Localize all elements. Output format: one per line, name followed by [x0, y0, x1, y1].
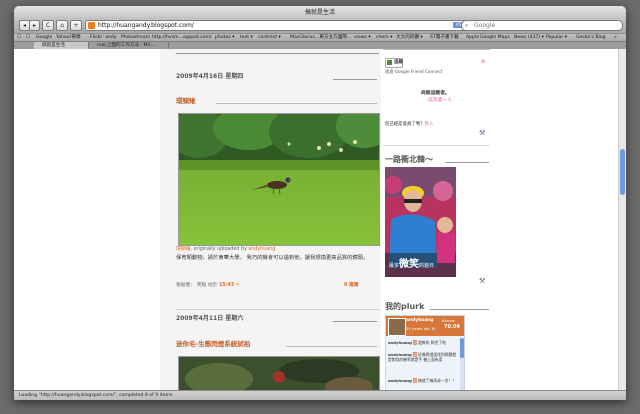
caption-after: 的遊日 [419, 263, 435, 269]
plurk-scrollbar[interactable] [460, 338, 464, 390]
meta-author: 張貼者： 笑點 佐於 [176, 283, 218, 288]
search-field[interactable]: ⌕ [461, 20, 623, 31]
divider [176, 309, 379, 310]
comments-link[interactable]: 0 篇資 [344, 281, 359, 288]
photo-caption: 環頸雉, originally uploaded by andyhuang [176, 245, 275, 252]
member-question-text: 您已經是會員了嗎？ [385, 122, 425, 127]
search-icon: ⌕ [465, 22, 469, 29]
photo-caption-overlay: 最多微笑的遊日 [389, 255, 434, 270]
caption-link[interactable]: 環頸雉 [176, 247, 190, 252]
caption-small: 最多 [389, 263, 400, 269]
blog-posts-column: 2009年4月16日 星期四 環頸雉 環頸雉, originally uploa… [160, 49, 381, 390]
plurk-qualifier-icon: 說 [413, 378, 417, 383]
page-scrollbar[interactable] [618, 49, 626, 390]
plurk-entry: andyhuang 說 搞就了搞再拿一次！！ [388, 378, 458, 383]
gfc-subtitle: 透過 Google Friend Connect [385, 69, 443, 74]
tab-label: mac上面的工作方法 - MA… [97, 43, 156, 48]
reload-button[interactable]: C [42, 20, 54, 31]
sidebar-heading: 一路衝北韓～ [385, 155, 433, 164]
browser-window: 搞就是生活 ◂ ▸ C ⌂ + http://huangandy.blogspo… [14, 6, 626, 400]
flickr-user-link[interactable]: andyhuang [248, 247, 275, 252]
sidebar-heading: 我的plurk [385, 302, 425, 311]
login-link[interactable]: 登入 [425, 122, 434, 127]
plurk-username[interactable]: andyhuang [406, 318, 434, 323]
pheasant-image [179, 114, 379, 245]
plurk-entry-text: 超爽的 幹完了啦 [418, 340, 446, 345]
caption-big: 微笑 [399, 259, 420, 270]
divider [176, 53, 379, 54]
plurk-karma-label: Karma: [442, 318, 456, 323]
plurk-entry: andyhuang 說 超爽的 幹完了啦 [388, 340, 446, 346]
plurk-profile: 25 years old, M. [406, 326, 437, 331]
window-title: 搞就是生活 [304, 9, 335, 16]
home-button[interactable]: ⌂ [56, 20, 68, 31]
gfc-label: 追蹤 [394, 60, 403, 65]
caption-text: , originally uploaded by [190, 247, 249, 252]
plurk-karma: 70.04 [444, 324, 460, 330]
post-meta: 張貼者： 笑點 佐於 15:43 ✎ [176, 281, 240, 288]
plurk-widget: andyhuang Karma: 70.04 25 years old, M. … [385, 315, 465, 390]
plurk-entry: andyhuang 說 好像閃燈誤找到問題就是剛其的機率就是手 機上面有用 [388, 352, 458, 362]
member-question: 您已經是會員了嗎？登入 [385, 121, 433, 127]
gfc-icon [387, 60, 392, 65]
plurk-entry-text: 搞就了搞再拿一次！！ [418, 378, 457, 383]
add-bookmark-button[interactable]: + [70, 20, 82, 31]
web-content: 2009年4月16日 星期四 環頸雉 環頸雉, originally uploa… [14, 49, 626, 390]
plurk-header: andyhuang Karma: 70.04 25 years old, M. [386, 316, 464, 336]
status-bar: Loading "http://huangandy.blogspot.com/"… [14, 390, 626, 400]
divider [445, 162, 489, 163]
divider [216, 103, 377, 104]
divider [383, 49, 490, 50]
be-first-link[interactable]: 成為第一人 [428, 96, 452, 103]
post-time-link[interactable]: 15:43 [219, 283, 234, 288]
divider [430, 309, 489, 310]
plurk-scroll-thumb[interactable] [460, 338, 464, 358]
post-body: 保育類動物，請於東華大學。 我巧的機會可以遇到他，讓我想換更高品質的鏡頭。 [176, 255, 369, 261]
blogger-favicon-icon [88, 22, 95, 29]
gfc-follow-button[interactable]: 追蹤 [385, 58, 403, 68]
post-title[interactable]: 環頸雉 [176, 95, 196, 105]
plurk-avatar[interactable] [388, 318, 406, 336]
forward-button[interactable]: ▸ [29, 20, 40, 31]
plurk-entry-user[interactable]: andyhuang [388, 340, 412, 345]
search-input[interactable] [474, 21, 614, 30]
plurk-qualifier-icon: 說 [413, 340, 417, 345]
edit-pencil-icon[interactable]: ✎ [236, 283, 240, 288]
plurk-entry-user[interactable]: andyhuang [388, 378, 412, 383]
divider [286, 346, 377, 347]
address-url[interactable]: http://huangandy.blogspot.com/ [98, 22, 194, 29]
cyclist-photo[interactable]: 最多微笑的遊日 [385, 167, 456, 277]
tab-label: 搞就是生活 [42, 43, 65, 48]
followers-empty: 尚無追蹤者。 [421, 91, 450, 96]
divider [333, 79, 377, 80]
post-date: 2009年4月11日 星期六 [176, 315, 244, 322]
gfc-link-icon[interactable]: ⊘ [481, 59, 485, 65]
post-date: 2009年4月16日 星期四 [176, 73, 244, 80]
address-bar[interactable]: http://huangandy.blogspot.com/ RSS [85, 20, 471, 31]
toolbar: ◂ ▸ C ⌂ + http://huangandy.blogspot.com/… [14, 17, 626, 33]
page-scroll-thumb[interactable] [620, 149, 625, 195]
divider [383, 145, 490, 146]
sidebar: 追蹤 透過 Google Friend Connect ⊘ 尚無追蹤者。 成為第… [383, 49, 493, 390]
title-bar: 搞就是生活 [14, 6, 626, 23]
edit-gadget-icon[interactable]: ⚒ [479, 277, 485, 285]
edit-gadget-icon[interactable]: ⚒ [479, 129, 485, 137]
post-title[interactable]: 迷你毛-生態閃燈系統試拍 [176, 338, 250, 348]
pheasant-photo[interactable] [178, 113, 380, 246]
macro-image [179, 357, 379, 390]
macro-photo[interactable] [178, 356, 380, 390]
divider [333, 321, 377, 322]
